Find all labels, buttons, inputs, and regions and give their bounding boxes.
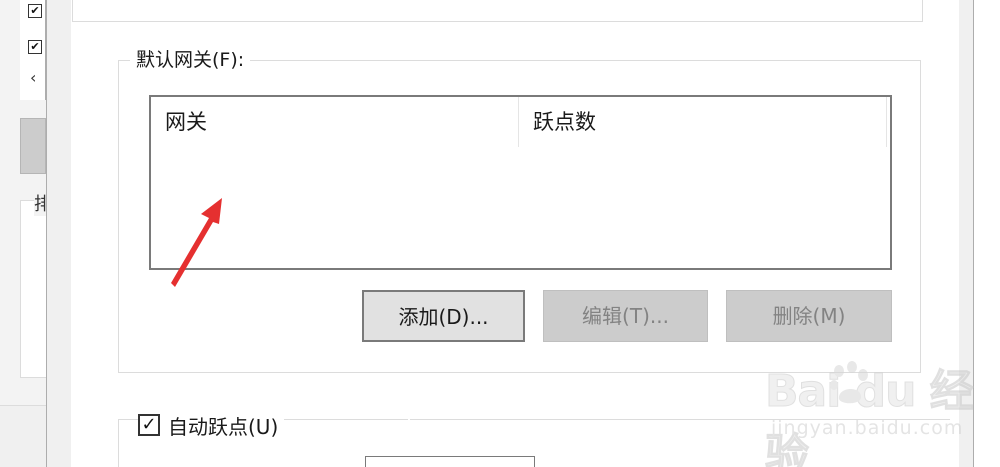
- watermark-logo-text: Bai du 经验: [765, 366, 975, 467]
- automatic-metric-option[interactable]: ✓ 自动跃点(U): [138, 410, 285, 440]
- watermark-site-text: jingyan.baidu.com: [771, 417, 964, 439]
- column-header-metric[interactable]: 跃点数: [519, 97, 887, 147]
- ip-address-list-bottom: [72, 0, 923, 22]
- scroll-left-icon[interactable]: ‹: [30, 68, 36, 87]
- interface-metric-input[interactable]: [365, 456, 535, 467]
- background-button[interactable]: [20, 118, 46, 174]
- edit-gateway-button[interactable]: 编辑(T)...: [543, 290, 708, 342]
- delete-gateway-button[interactable]: 删除(M): [726, 290, 892, 342]
- gateway-list-header: 网关 跃点数: [151, 97, 890, 147]
- default-gateway-label: 默认网关(F):: [130, 48, 251, 72]
- gateway-list[interactable]: 网关 跃点数: [149, 95, 892, 270]
- baidu-paw-icon: [830, 361, 868, 404]
- background-checkbox-2[interactable]: ✔: [28, 40, 42, 54]
- automatic-metric-label[interactable]: 自动跃点(U): [168, 411, 278, 440]
- background-checkbox-1[interactable]: ✔: [28, 4, 42, 18]
- background-group-box: [20, 200, 46, 378]
- baidu-jingyan-watermark: Bai du 经验 jingyan.baidu.com: [765, 355, 985, 467]
- add-gateway-button[interactable]: 添加(D)...: [362, 290, 525, 342]
- background-footer: [0, 405, 46, 467]
- background-window: ✔ ✔ ‹ 排: [0, 0, 52, 467]
- automatic-metric-checkbox[interactable]: ✓: [138, 414, 160, 436]
- column-header-gateway[interactable]: 网关: [151, 97, 519, 147]
